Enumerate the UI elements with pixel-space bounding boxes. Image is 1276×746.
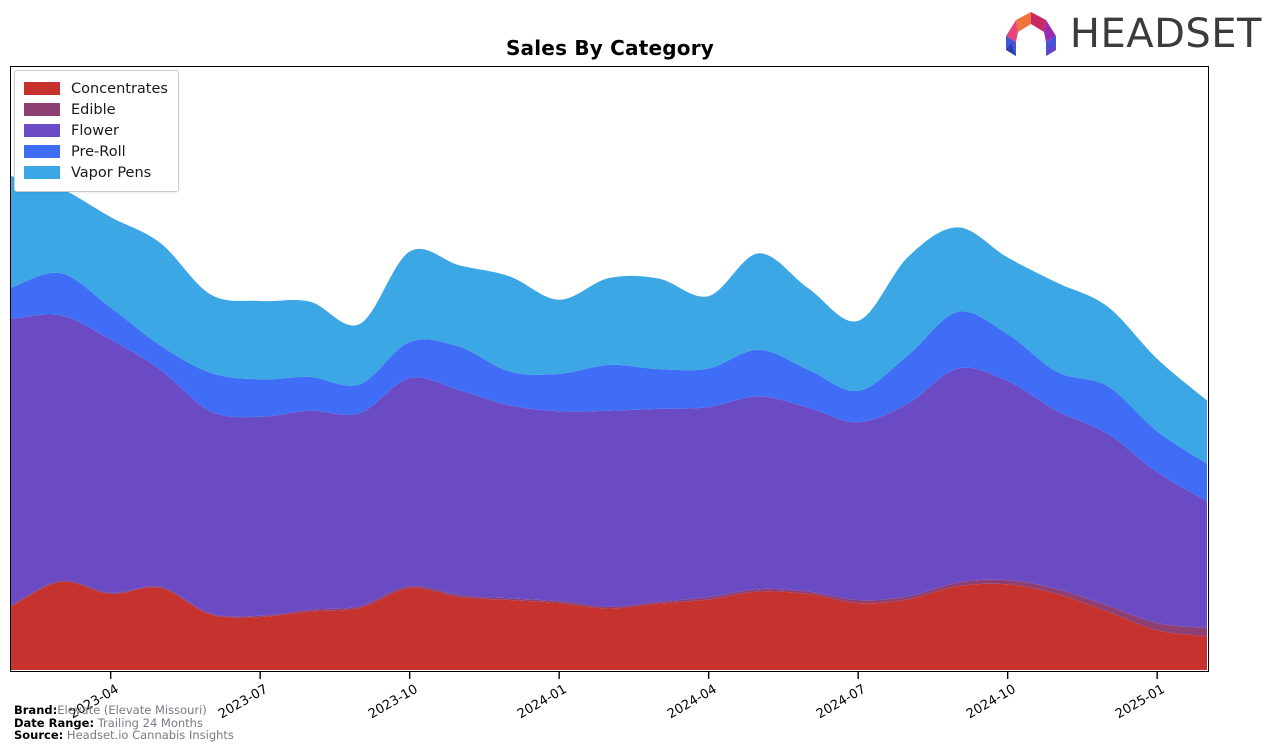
headset-arch-logo-icon (1005, 12, 1056, 56)
plot-area (10, 66, 1209, 672)
legend-item-vapor-pens[interactable]: Vapor Pens (24, 162, 168, 183)
chart-legend: Concentrates Edible Flower Pre-Roll Vapor Pe… (14, 70, 179, 192)
headset-logo: HEADSET (1000, 10, 1262, 58)
x-tick-label: 2024-07 (814, 682, 869, 723)
chart-page: Sales By Category HEADSET Concentrates Ed… (0, 0, 1276, 746)
legend-item-edible[interactable]: Edible (24, 99, 168, 120)
x-tick-label: 2024-10 (963, 682, 1019, 723)
legend-label: Pre-Roll (71, 143, 126, 160)
legend-swatch-icon (24, 166, 60, 179)
x-tick-label: 2024-04 (664, 682, 720, 723)
footer-row-source: Source: Headset.io Cannabis Insights (14, 729, 234, 742)
legend-swatch-icon (24, 124, 60, 137)
footer-key-source: Source: (14, 728, 64, 742)
stacked-area-chart (11, 176, 1207, 670)
legend-label: Edible (71, 101, 116, 118)
x-tick-label: 2024-01 (515, 682, 570, 723)
legend-swatch-icon (24, 145, 60, 158)
legend-swatch-icon (24, 82, 60, 95)
logo-wordmark: HEADSET (1069, 11, 1262, 57)
chart-footer: Brand:Elevate (Elevate Missouri) Date Ra… (14, 704, 234, 742)
legend-item-pre-roll[interactable]: Pre-Roll (24, 141, 168, 162)
legend-label: Concentrates (71, 80, 168, 97)
legend-swatch-icon (24, 103, 60, 116)
x-tick-label: 2025-01 (1113, 682, 1168, 723)
legend-item-concentrates[interactable]: Concentrates (24, 78, 168, 99)
x-tick-label: 2023-10 (365, 682, 421, 723)
legend-label: Flower (71, 122, 119, 139)
legend-item-flower[interactable]: Flower (24, 120, 168, 141)
footer-value-source: Headset.io Cannabis Insights (66, 728, 234, 742)
legend-label: Vapor Pens (71, 164, 152, 181)
